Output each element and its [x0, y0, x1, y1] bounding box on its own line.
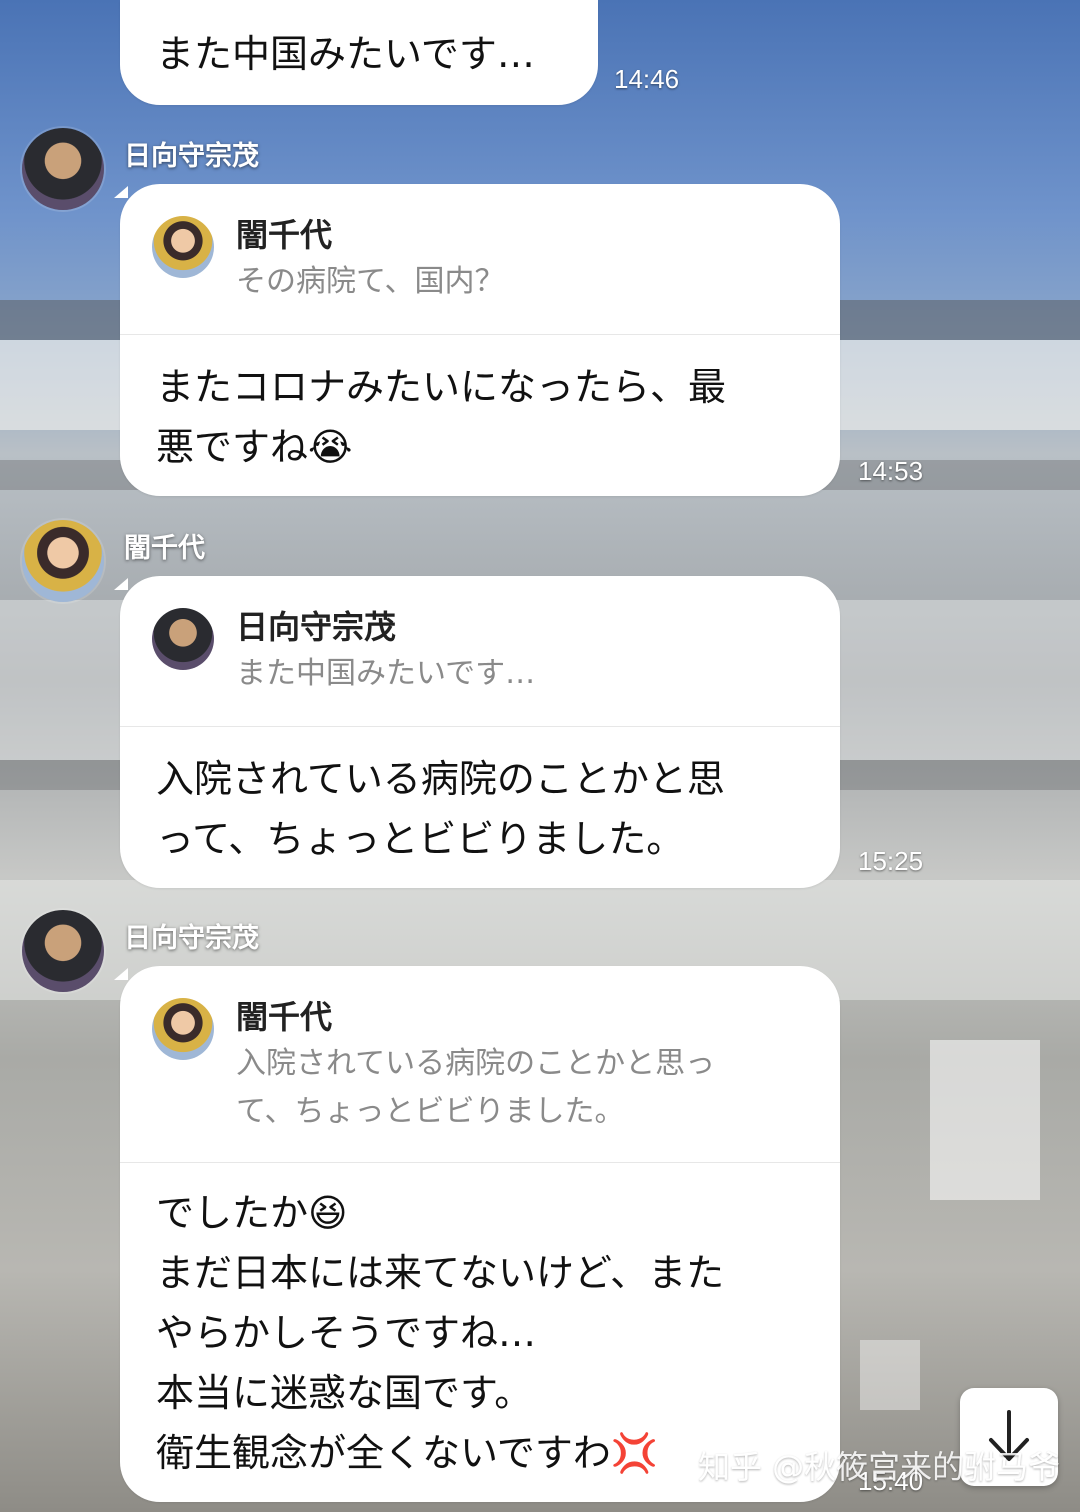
- message-bubble[interactable]: 日向守宗茂 また中国みたいです… 入院されている病院のことかと思 って、ちょっと…: [114, 576, 840, 888]
- reply-sender-name: 闇千代: [236, 998, 333, 1036]
- reply-sender-name: 闇千代: [236, 216, 333, 254]
- reply-quote[interactable]: 日向守宗茂 また中国みたいです…: [120, 576, 840, 727]
- sender-name: 日向守宗茂: [124, 923, 259, 954]
- reply-quote[interactable]: 闇千代 入院されている病院のことかと思っ て、ちょっとビビりました。: [120, 966, 840, 1163]
- watermark: 知乎 @秋筱宫来的驸马爷: [698, 1448, 1061, 1486]
- message-time: 15:25: [858, 846, 924, 876]
- message-text: またコロナみたいになったら、最 悪ですね😭: [156, 365, 727, 469]
- reply-text: また中国みたいです…: [236, 656, 536, 691]
- message-bubble[interactable]: 闇千代 その病院て、国内？ またコロナみたいになったら、最 悪ですね😭: [114, 184, 840, 496]
- message-bubble[interactable]: また中国みたいです…: [120, 0, 598, 105]
- reply-text: 入院されている病院のことかと思っ て、ちょっとビビりました。: [236, 1046, 716, 1129]
- reply-sender-name: 日向守宗茂: [236, 608, 397, 646]
- sender-name: 日向守宗茂: [124, 141, 259, 172]
- message-time: 14:53: [858, 456, 924, 486]
- reply-avatar: [152, 608, 214, 670]
- message-text: また中国みたいです…: [156, 32, 535, 76]
- sender-name: 闇千代: [124, 533, 205, 564]
- reply-avatar: [152, 998, 214, 1060]
- message-bubble[interactable]: 闇千代 入院されている病院のことかと思っ て、ちょっとビビりました。 でしたか😆…: [114, 966, 840, 1502]
- reply-quote[interactable]: 闇千代 その病院て、国内？: [120, 184, 840, 335]
- message-time: 14:46: [614, 64, 680, 94]
- avatar-yamichiyo[interactable]: [22, 520, 104, 602]
- avatar-munenari[interactable]: [22, 910, 104, 992]
- reply-avatar: [152, 216, 214, 278]
- reply-text: その病院て、国内？: [236, 264, 505, 299]
- avatar-munenari[interactable]: [22, 128, 104, 210]
- message-text: 入院されている病院のことかと思 って、ちょっとビビりました。: [156, 757, 725, 861]
- message-text: でしたか😆 まだ日本には来てないけど、また やらかしそうですね… 本当に迷惑な国…: [156, 1191, 725, 1475]
